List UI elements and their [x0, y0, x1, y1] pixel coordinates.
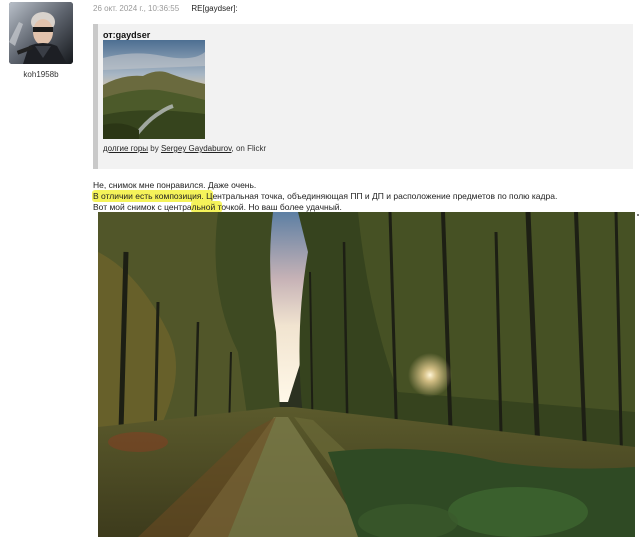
- highlighted-text-2: льной т: [191, 202, 222, 212]
- quote-caption: долгие горы by Sergey Gaydaburov, on Fli…: [103, 144, 266, 153]
- quote-author: от:gaydser: [103, 30, 151, 40]
- post-header: 26 окт. 2024 г., 10:36:55 RE[gaydser]:: [93, 4, 238, 14]
- photographer-link[interactable]: Sergey Gaydaburov: [161, 144, 232, 153]
- post-timestamp: 26 окт. 2024 г., 10:36:55: [93, 4, 180, 13]
- edge-marker: [637, 214, 639, 216]
- quote-bar: [93, 24, 98, 169]
- quote-photo-thumbnail[interactable]: [103, 40, 205, 139]
- avatar[interactable]: [9, 2, 73, 64]
- body-line-1: Не, снимок мне понравился. Даже очень.: [93, 180, 257, 190]
- quote-block: от:gaydser долгие горы by Sergey Gaydabu…: [93, 24, 633, 169]
- post-body: Не, снимок мне понравился. Даже очень. В…: [93, 180, 557, 213]
- body-line-2: В отличии есть композиция. Центральная т…: [93, 191, 557, 202]
- author-username[interactable]: koh1958b: [0, 70, 82, 79]
- mountain-photo: [103, 40, 205, 139]
- user-avatar-image: [9, 2, 73, 64]
- forest-photo-image: [98, 212, 635, 537]
- post-subject: RE[gaydser]:: [191, 4, 238, 13]
- body-line-2-rest: ентральная точка, объединяющая ПП и ДП и…: [212, 191, 558, 201]
- body-line-3-end: очкой. Но ваш более удачный.: [221, 202, 342, 212]
- caption-by-text: by: [148, 144, 161, 153]
- body-line-3-start: Вот мой снимок с центра: [93, 202, 192, 212]
- forum-post: koh1958b 26 окт. 2024 г., 10:36:55 RE[ga…: [0, 0, 640, 537]
- caption-on-flickr-text: , on Flickr: [231, 144, 267, 153]
- photo-title-link[interactable]: долгие горы: [103, 144, 148, 153]
- forest-road-photo[interactable]: [98, 212, 635, 537]
- highlighted-text: В отличии есть композиция. Ц: [93, 191, 213, 201]
